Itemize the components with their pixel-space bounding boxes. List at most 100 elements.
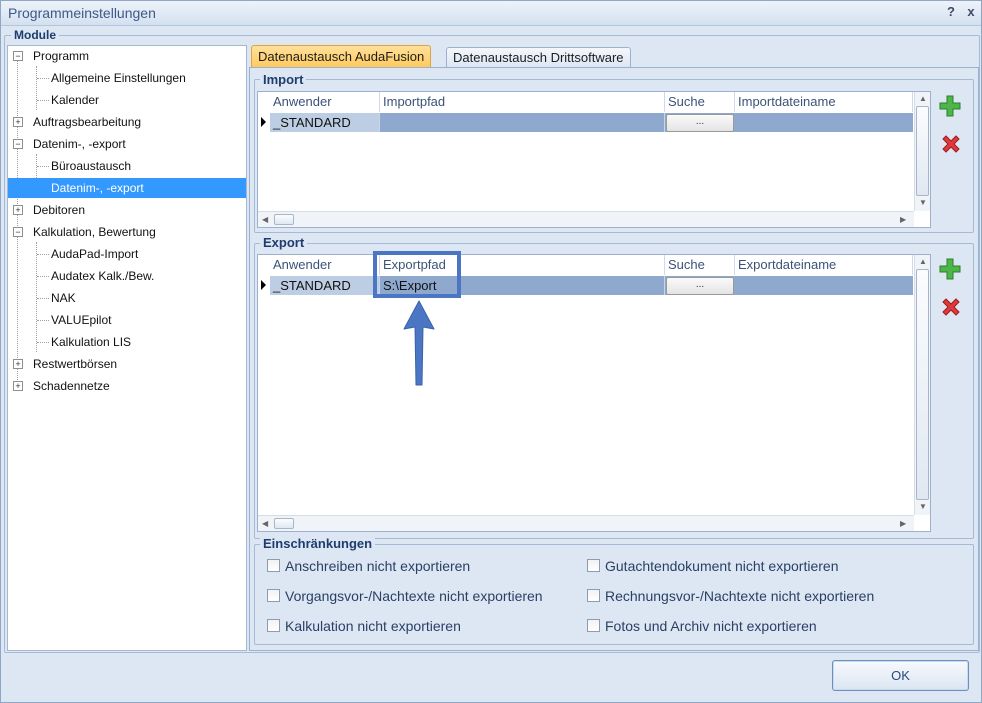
add-icon[interactable] [938,94,962,118]
checkbox-gutachtendokument[interactable]: Gutachtendokument nicht exportieren [587,557,838,575]
scroll-up-icon[interactable]: ▲ [919,257,927,266]
column-header[interactable]: Anwender [270,92,380,112]
checkbox-label: Anschreiben nicht exportieren [285,558,471,574]
tree-item-auftragsbearbeitung[interactable]: Auftragsbearbeitung [33,112,141,132]
tree-item-allgemeine-einstellungen[interactable]: Allgemeine Einstellungen [51,68,186,88]
checkbox-label: Gutachtendokument nicht exportieren [605,558,839,574]
scroll-thumb[interactable] [916,269,929,500]
tree-item-datenim-export[interactable]: Datenim-, -export [33,134,126,154]
vertical-scrollbar[interactable]: ▲ ▼ [914,92,930,211]
column-header[interactable]: Importdateiname [735,92,913,112]
tree-line [37,342,49,343]
checkbox[interactable] [267,589,280,602]
tree-item-schadennetze[interactable]: Schadennetze [33,376,110,396]
expand-icon[interactable]: + [13,359,23,369]
expand-icon[interactable]: + [13,117,23,127]
add-icon[interactable] [938,257,962,281]
tab-datenaustausch-drittsoftware[interactable]: Datenaustausch Drittsoftware [446,47,631,68]
tab-panel: Import Anwender Importpfad Suche Importd… [249,67,979,651]
tree-line [37,276,49,277]
tree-item-kalender[interactable]: Kalender [51,90,99,110]
tree-line [36,242,37,352]
help-button[interactable]: ? [943,4,959,19]
scroll-right-icon[interactable]: ▶ [900,215,906,224]
tree-line [37,298,49,299]
tree-item-audatex[interactable]: Audatex Kalk./Bew. [51,266,154,286]
checkbox[interactable] [587,619,600,632]
tree-line [37,254,49,255]
browse-button[interactable]: ... [666,277,734,295]
checkbox-vorgangstexte[interactable]: Vorgangsvor-/Nachtexte nicht exportieren [267,587,543,605]
cell-anwender[interactable]: _STANDARD [270,276,380,295]
checkbox[interactable] [587,589,600,602]
cell-anwender[interactable]: _STANDARD [270,113,380,132]
column-header[interactable]: Importpfad [380,92,665,112]
vertical-scrollbar[interactable]: ▲ ▼ [914,255,930,515]
checkbox-fotos-archiv[interactable]: Fotos und Archiv nicht exportieren [587,617,817,635]
checkbox-kalkulation[interactable]: Kalkulation nicht exportieren [267,617,461,635]
horizontal-scrollbar[interactable]: ◀ ▶ [258,211,914,227]
column-header[interactable]: Suche [665,255,735,275]
row-indicator-icon [261,117,266,127]
scroll-down-icon[interactable]: ▼ [919,502,927,511]
delete-icon[interactable] [939,132,963,156]
table-row[interactable]: _STANDARD ... [270,113,913,132]
module-group-label: Module [11,28,59,42]
checkbox-label: Kalkulation nicht exportieren [285,618,461,634]
close-button[interactable]: x [963,4,979,19]
column-header[interactable]: Suche [665,92,735,112]
pointer-arrow-icon [403,300,435,386]
scroll-left-icon[interactable]: ◀ [262,519,268,528]
tree-line [37,100,49,101]
tab-datenaustausch-audafusion[interactable]: Datenaustausch AudaFusion [251,45,432,68]
tree-line [17,56,18,386]
tree-line [36,66,37,110]
expand-icon[interactable]: + [13,205,23,215]
cell-importpfad[interactable] [380,113,665,132]
ok-button[interactable]: OK [832,660,969,691]
title-bar[interactable]: Programmeinstellungen ? x [1,1,981,26]
checkbox[interactable] [267,559,280,572]
scroll-thumb[interactable] [916,106,929,196]
export-grid[interactable]: Anwender Exportpfad Suche Exportdateinam… [257,254,931,532]
scroll-left-icon[interactable]: ◀ [262,215,268,224]
checkbox-label: Rechnungsvor-/Nachtexte nicht exportiere… [605,588,875,604]
tree-item-audapad-import[interactable]: AudaPad-Import [51,244,138,264]
settings-window: Programmeinstellungen ? x Module − Progr… [0,0,982,703]
checkbox-rechnungstexte[interactable]: Rechnungsvor-/Nachtexte nicht exportiere… [587,587,874,605]
tree-item-bueroaustausch[interactable]: Büroaustausch [51,156,131,176]
cell-exportdateiname[interactable] [735,276,913,295]
delete-icon[interactable] [939,295,963,319]
checkbox[interactable] [587,559,600,572]
horizontal-scrollbar[interactable]: ◀ ▶ [258,515,914,531]
collapse-icon[interactable]: − [13,227,23,237]
scroll-down-icon[interactable]: ▼ [919,198,927,207]
collapse-icon[interactable]: − [13,139,23,149]
import-grid[interactable]: Anwender Importpfad Suche Importdateinam… [257,91,931,228]
column-header[interactable]: Anwender [270,255,380,275]
browse-button[interactable]: ... [666,114,734,132]
checkbox-label: Vorgangsvor-/Nachtexte nicht exportieren [285,588,543,604]
scroll-thumb[interactable] [274,214,294,225]
tree-item-valuepilot[interactable]: VALUEpilot [51,310,111,330]
collapse-icon[interactable]: − [13,51,23,61]
checkbox[interactable] [267,619,280,632]
expand-icon[interactable]: + [13,381,23,391]
checkbox-anschreiben[interactable]: Anschreiben nicht exportieren [267,557,470,575]
tree-item-programm[interactable]: Programm [33,46,89,66]
column-header[interactable]: Exportdateiname [735,255,913,275]
tree-item-nak[interactable]: NAK [51,288,76,308]
tree-item-kalkulation-bewertung[interactable]: Kalkulation, Bewertung [33,222,156,242]
import-group-label: Import [260,72,307,87]
table-row[interactable]: _STANDARD S:\Export ... [270,276,913,295]
tree-item-kalkulation-lis[interactable]: Kalkulation LIS [51,332,131,352]
tree-item-restwertboersen[interactable]: Restwertbörsen [33,354,117,374]
cell-importdateiname[interactable] [735,113,913,132]
scroll-thumb[interactable] [274,518,294,529]
tree-item-datenim-export-selected[interactable]: Datenim-, -export [8,178,246,198]
restrictions-group-label: Einschränkungen [260,536,376,551]
scroll-right-icon[interactable]: ▶ [900,519,906,528]
tree-item-debitoren[interactable]: Debitoren [33,200,85,220]
scroll-up-icon[interactable]: ▲ [919,94,927,103]
module-tree[interactable]: − Programm Allgemeine Einstellungen Kale… [7,45,247,651]
